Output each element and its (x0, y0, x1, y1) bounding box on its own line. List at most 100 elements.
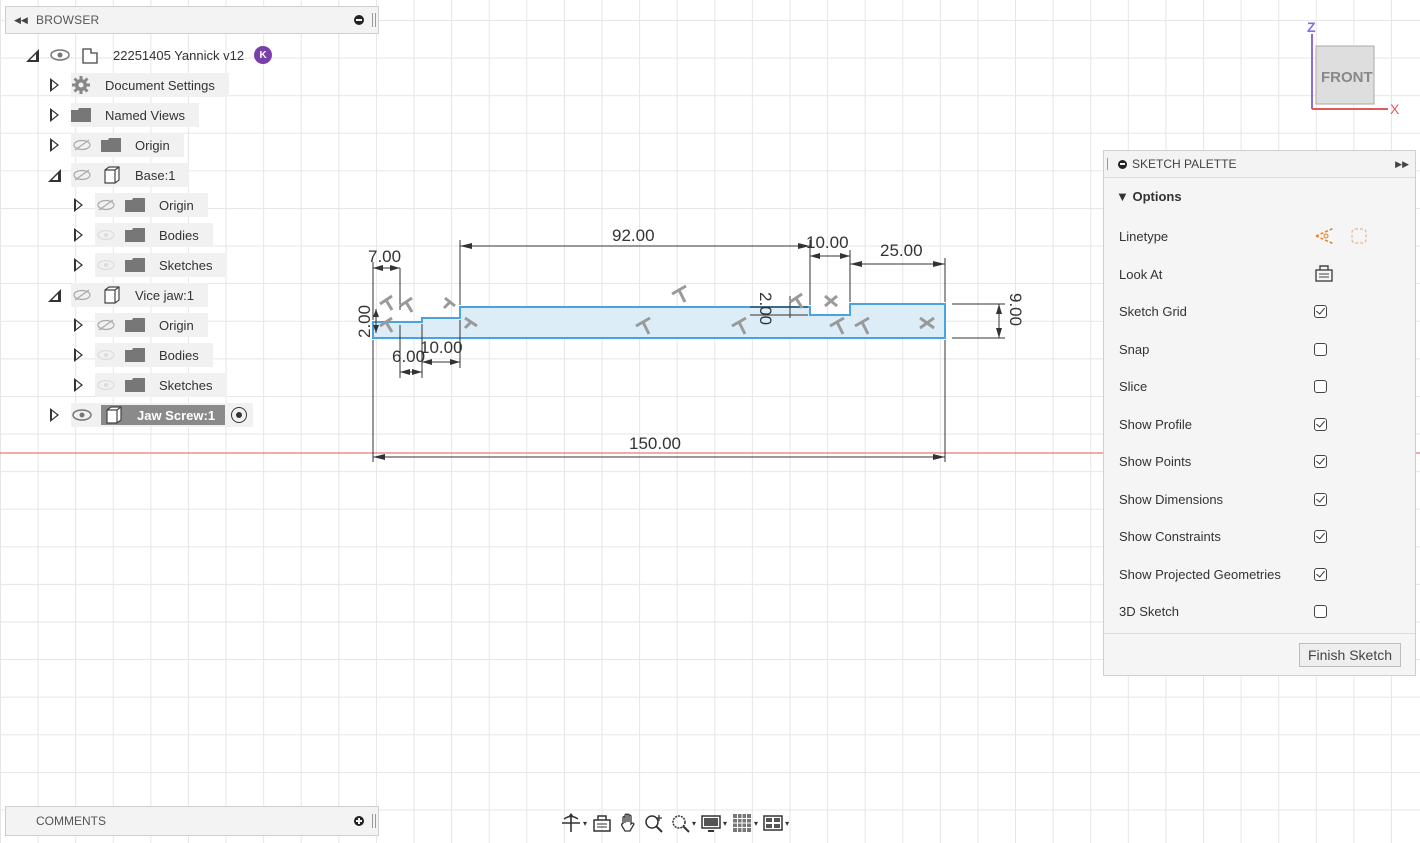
expand-right-icon[interactable] (74, 258, 83, 272)
look-at-icon[interactable] (1314, 263, 1334, 286)
tree-item-named-views[interactable]: Named Views (50, 102, 199, 128)
tree-item-base-origin[interactable]: Origin (74, 192, 208, 218)
show-constraints-checkbox[interactable] (1314, 529, 1327, 543)
item-label: Origin (159, 317, 194, 333)
expand-right-icon[interactable] (50, 78, 59, 92)
tree-item-base-sketches[interactable]: Sketches (74, 252, 227, 278)
option-label: Show Projected Geometries (1119, 566, 1281, 582)
dim-92[interactable]: 92.00 (612, 226, 655, 245)
expand-right-icon[interactable] (50, 408, 59, 422)
tree-item-document-settings[interactable]: Document Settings (50, 72, 229, 98)
expand-down-icon[interactable] (26, 48, 39, 62)
tree-item-vice-jaw[interactable]: Vice jaw:1 (48, 282, 209, 308)
caret-icon[interactable]: ▾ (754, 819, 758, 828)
look-at-icon[interactable] (591, 811, 613, 835)
collapse-icon[interactable]: ◀◀ (14, 15, 36, 26)
option-show-dimensions[interactable]: Show Dimensions (1119, 487, 1409, 511)
centerline-icon[interactable] (1348, 226, 1370, 246)
dim-2-left[interactable]: 2.00 (355, 305, 374, 338)
viewports-icon[interactable]: ▾ (762, 811, 789, 835)
tree-root[interactable]: 22251405 Yannick v12 K (26, 42, 273, 68)
pin-icon[interactable] (354, 15, 364, 25)
tree-item-origin[interactable]: Origin (50, 132, 184, 158)
dim-10-bottom[interactable]: 10.00 (420, 338, 463, 357)
pan-icon[interactable] (617, 811, 639, 835)
tree-item-jaw-screw[interactable]: Jaw Screw:1 (50, 402, 254, 428)
eye-icon[interactable] (49, 49, 71, 61)
expand-right-icon[interactable] (74, 318, 83, 332)
grip-icon[interactable] (372, 13, 376, 27)
eye-hidden-icon[interactable] (95, 319, 117, 331)
caret-icon[interactable]: ▾ (723, 819, 727, 828)
tree-item-base-bodies[interactable]: Bodies (74, 222, 213, 248)
expand-right-icon[interactable] (74, 198, 83, 212)
expand-right-icon[interactable] (74, 378, 83, 392)
option-slice[interactable]: Slice (1119, 374, 1409, 398)
dim-9[interactable]: 9.00 (1006, 293, 1025, 326)
eye-icon[interactable] (71, 409, 93, 421)
grid-icon[interactable]: ▾ (731, 811, 758, 835)
expand-right-icon[interactable] (50, 138, 59, 152)
caret-icon[interactable]: ▾ (692, 819, 696, 828)
show-dimensions-checkbox[interactable] (1314, 492, 1327, 506)
option-sketch-grid[interactable]: Sketch Grid (1119, 299, 1409, 323)
orbit-icon[interactable]: ▾ (560, 811, 587, 835)
fit-icon[interactable]: ▾ (669, 811, 696, 835)
snap-checkbox[interactable] (1314, 342, 1327, 356)
eye-icon[interactable] (95, 259, 117, 271)
zoom-icon[interactable] (643, 811, 665, 835)
show-profile-checkbox[interactable] (1314, 417, 1327, 431)
construction-line-icon[interactable] (1314, 226, 1336, 246)
option-show-constraints[interactable]: Show Constraints (1119, 524, 1409, 548)
eye-icon[interactable] (95, 379, 117, 391)
expand-icon[interactable]: ▶▶ (1395, 159, 1409, 170)
expand-right-icon[interactable] (50, 108, 59, 122)
sketch-profile[interactable] (372, 303, 946, 339)
expand-down-icon[interactable] (48, 168, 61, 182)
option-3d-sketch[interactable]: 3D Sketch (1119, 599, 1409, 623)
dim-2-right[interactable]: 2.00 (756, 292, 775, 325)
add-comment-icon[interactable] (354, 816, 364, 826)
dim-25[interactable]: 25.00 (880, 241, 923, 260)
show-projected-geometries-checkbox[interactable] (1314, 567, 1327, 581)
activate-radio-icon[interactable] (231, 407, 248, 423)
component-icon (103, 406, 123, 424)
option-snap[interactable]: Snap (1119, 337, 1409, 361)
viewcube[interactable]: Z X FRONT (1300, 14, 1410, 124)
sketch-grid-checkbox[interactable] (1314, 304, 1327, 318)
eye-icon[interactable] (95, 229, 117, 241)
slice-checkbox[interactable] (1314, 379, 1327, 393)
display-settings-icon[interactable]: ▾ (700, 811, 727, 835)
avatar[interactable]: K (254, 46, 273, 64)
eye-icon[interactable] (95, 349, 117, 361)
finish-sketch-button[interactable]: Finish Sketch (1299, 643, 1401, 667)
option-show-profile[interactable]: Show Profile (1119, 412, 1409, 436)
option-label: 3D Sketch (1119, 603, 1179, 619)
options-section[interactable]: ▼ Options (1116, 189, 1182, 204)
eye-hidden-icon[interactable] (71, 289, 93, 301)
caret-icon[interactable]: ▾ (583, 819, 587, 828)
tree-item-vice-origin[interactable]: Origin (74, 312, 208, 338)
tree-item-base[interactable]: Base:1 (48, 162, 190, 188)
eye-hidden-icon[interactable] (95, 199, 117, 211)
grip-icon[interactable] (372, 814, 376, 828)
pin-icon[interactable] (1118, 159, 1127, 169)
expand-right-icon[interactable] (74, 228, 83, 242)
expand-down-icon[interactable] (48, 288, 61, 302)
option-show-projected-geometries[interactable]: Show Projected Geometries (1119, 562, 1409, 586)
item-label: Origin (159, 197, 194, 213)
eye-hidden-icon[interactable] (71, 169, 93, 181)
gear-icon (71, 75, 91, 95)
dim-7[interactable]: 7.00 (368, 247, 401, 266)
eye-hidden-icon[interactable] (71, 139, 93, 151)
dim-10-top[interactable]: 10.00 (806, 233, 849, 252)
tree-item-vice-sketches[interactable]: Sketches (74, 372, 227, 398)
grip-icon[interactable] (1107, 158, 1110, 170)
3d-sketch-checkbox[interactable] (1314, 604, 1327, 618)
dim-150[interactable]: 150.00 (629, 434, 681, 453)
expand-right-icon[interactable] (74, 348, 83, 362)
option-show-points[interactable]: Show Points (1119, 449, 1409, 473)
caret-icon[interactable]: ▾ (785, 819, 789, 828)
show-points-checkbox[interactable] (1314, 454, 1327, 468)
tree-item-vice-bodies[interactable]: Bodies (74, 342, 213, 368)
